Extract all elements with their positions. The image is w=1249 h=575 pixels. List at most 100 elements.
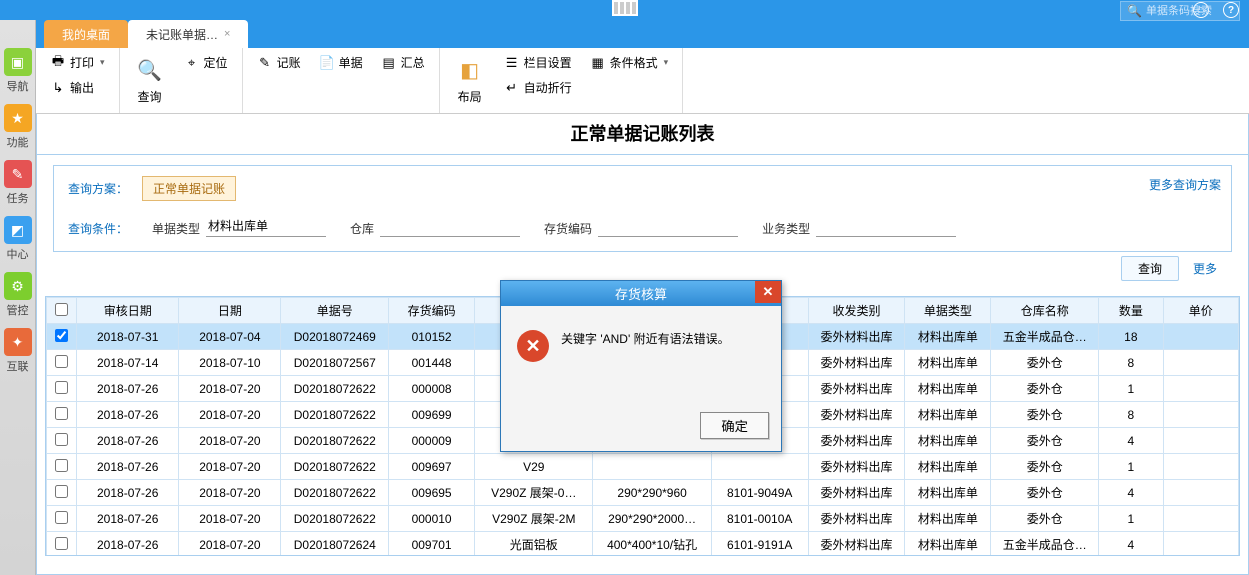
table-cell: 委外材料出库 [808,376,905,402]
doc-icon: 📄 [319,55,335,71]
sidebar-item-connect[interactable]: ✦互联 [1,328,35,378]
locate-button[interactable]: ⌖定位 [180,52,232,73]
run-query-button[interactable]: 查询 [1121,256,1179,281]
layout-button[interactable]: ◧布局 [450,52,490,107]
error-dialog: 存货核算 ✕ ✕ 关键字 'AND' 附近有语法错误。 确定 [500,280,782,452]
table-cell: 000008 [389,376,475,402]
table-cell: 2018-07-20 [179,402,281,428]
table-cell: 委外仓 [991,402,1099,428]
query-button[interactable]: 🔍查询 [130,52,170,107]
table-header[interactable]: 仓库名称 [991,298,1099,324]
search-icon: 🔍 [1127,4,1142,18]
post-button[interactable]: ✎记账 [253,52,305,73]
tab-unposted-docs[interactable]: 未记账单据…× [128,20,248,48]
filter-panel: 查询方案： 正常单据记账 更多查询方案 查询条件： 单据类型材料出库单 仓库 存… [53,165,1232,252]
barcode-search-input[interactable] [1146,5,1236,17]
table-cell: 009699 [389,402,475,428]
table-cell: V290Z 展架-0… [475,480,593,506]
barcode-search-box[interactable]: 🔍 [1120,1,1240,21]
select-all-checkbox[interactable] [55,303,68,316]
table-cell: 1 [1099,454,1164,480]
sidebar-item-nav[interactable]: ▣导航 [1,48,35,98]
dialog-close-button[interactable]: ✕ [755,281,781,303]
more-conditions-link[interactable]: 更多 [1193,260,1217,277]
more-plans-link[interactable]: 更多查询方案 [1149,176,1221,193]
print-button[interactable]: 🖶打印▾ [46,52,109,73]
table-header[interactable]: 单据号 [281,298,389,324]
table-cell: 2018-07-26 [77,376,179,402]
close-icon[interactable]: × [224,28,230,40]
filter-doctype-label: 单据类型 [152,220,200,237]
table-row[interactable]: 2018-07-262018-07-20D02018072622009697V2… [47,454,1239,480]
table-cell [1163,506,1238,532]
table-header[interactable]: 数量 [1099,298,1164,324]
row-checkbox[interactable] [55,459,68,472]
table-header[interactable]: 日期 [179,298,281,324]
table-cell: 材料出库单 [905,428,991,454]
table-cell: 委外材料出库 [808,324,905,350]
table-cell: 委外材料出库 [808,454,905,480]
table-header[interactable]: 存货编码 [389,298,475,324]
table-cell: 材料出库单 [905,532,991,557]
locate-icon: ⌖ [184,55,200,71]
table-cell: 2018-07-26 [77,506,179,532]
table-cell [1163,480,1238,506]
sidebar-item-task[interactable]: ✎任务 [1,160,35,210]
layout-icon: ◧ [454,54,486,86]
table-cell: 2018-07-20 [179,376,281,402]
table-cell: 2018-07-31 [77,324,179,350]
filter-invcode-value[interactable] [598,232,738,237]
row-checkbox[interactable] [55,355,68,368]
doc-button[interactable]: 📄单据 [315,52,367,73]
columns-button[interactable]: ☰栏目设置 [500,52,576,73]
table-row[interactable]: 2018-07-262018-07-20D02018072622000010V2… [47,506,1239,532]
filter-doctype-value[interactable]: 材料出库单 [206,215,326,237]
table-cell: V290Z 展架-2M [475,506,593,532]
sidebar-item-func[interactable]: ★功能 [1,104,35,154]
tab-home[interactable]: 我的桌面 [44,20,128,48]
window-grip-icon [612,0,638,16]
table-cell: D02018072622 [281,454,389,480]
table-cell: 五金半成品仓… [991,532,1099,557]
summary-button[interactable]: ▤汇总 [377,52,429,73]
table-row[interactable]: 2018-07-262018-07-20D02018072624009701光面… [47,532,1239,557]
ribbon-toolbar: 🖶打印▾ ↳输出 🔍查询 ⌖定位 ✎记账 📄单据 ▤汇总 ◧布局 ☰栏目设置 ↵… [36,48,1249,114]
table-header[interactable]: 审核日期 [77,298,179,324]
table-header[interactable]: 单价 [1163,298,1238,324]
autowrap-button[interactable]: ↵自动折行 [500,77,576,98]
row-checkbox[interactable] [55,537,68,550]
table-cell: 光面铝板 [475,532,593,557]
chevron-down-icon: ▾ [100,57,105,68]
dialog-ok-button[interactable]: 确定 [700,412,769,439]
row-checkbox[interactable] [55,485,68,498]
filter-warehouse-value[interactable] [380,232,520,237]
filter-warehouse-label: 仓库 [350,220,374,237]
row-checkbox[interactable] [55,511,68,524]
output-button[interactable]: ↳输出 [46,77,109,98]
table-header[interactable]: 单据类型 [905,298,991,324]
table-cell: 2018-07-10 [179,350,281,376]
table-cell: 2018-07-20 [179,532,281,557]
table-cell: 2018-07-20 [179,480,281,506]
plan-button[interactable]: 正常单据记账 [142,176,236,201]
table-header[interactable] [47,298,77,324]
row-checkbox[interactable] [55,329,68,342]
cond-format-button[interactable]: ▦条件格式▾ [586,52,673,73]
summary-icon: ▤ [381,55,397,71]
table-cell: 010152 [389,324,475,350]
sidebar-item-center[interactable]: ◩中心 [1,216,35,266]
row-checkbox[interactable] [55,433,68,446]
table-cell: D02018072622 [281,402,389,428]
filter-biztype-value[interactable] [816,232,956,237]
table-cell: 材料出库单 [905,402,991,428]
table-cell: 2018-07-26 [77,532,179,557]
table-cell: 2018-07-26 [77,480,179,506]
left-sidebar: ▣导航 ★功能 ✎任务 ◩中心 ⚙管控 ✦互联 [0,20,36,575]
row-checkbox[interactable] [55,381,68,394]
table-header[interactable]: 收发类别 [808,298,905,324]
row-checkbox[interactable] [55,407,68,420]
sidebar-item-control[interactable]: ⚙管控 [1,272,35,322]
table-cell: 009695 [389,480,475,506]
connect-icon: ✦ [12,334,24,351]
table-row[interactable]: 2018-07-262018-07-20D02018072622009695V2… [47,480,1239,506]
